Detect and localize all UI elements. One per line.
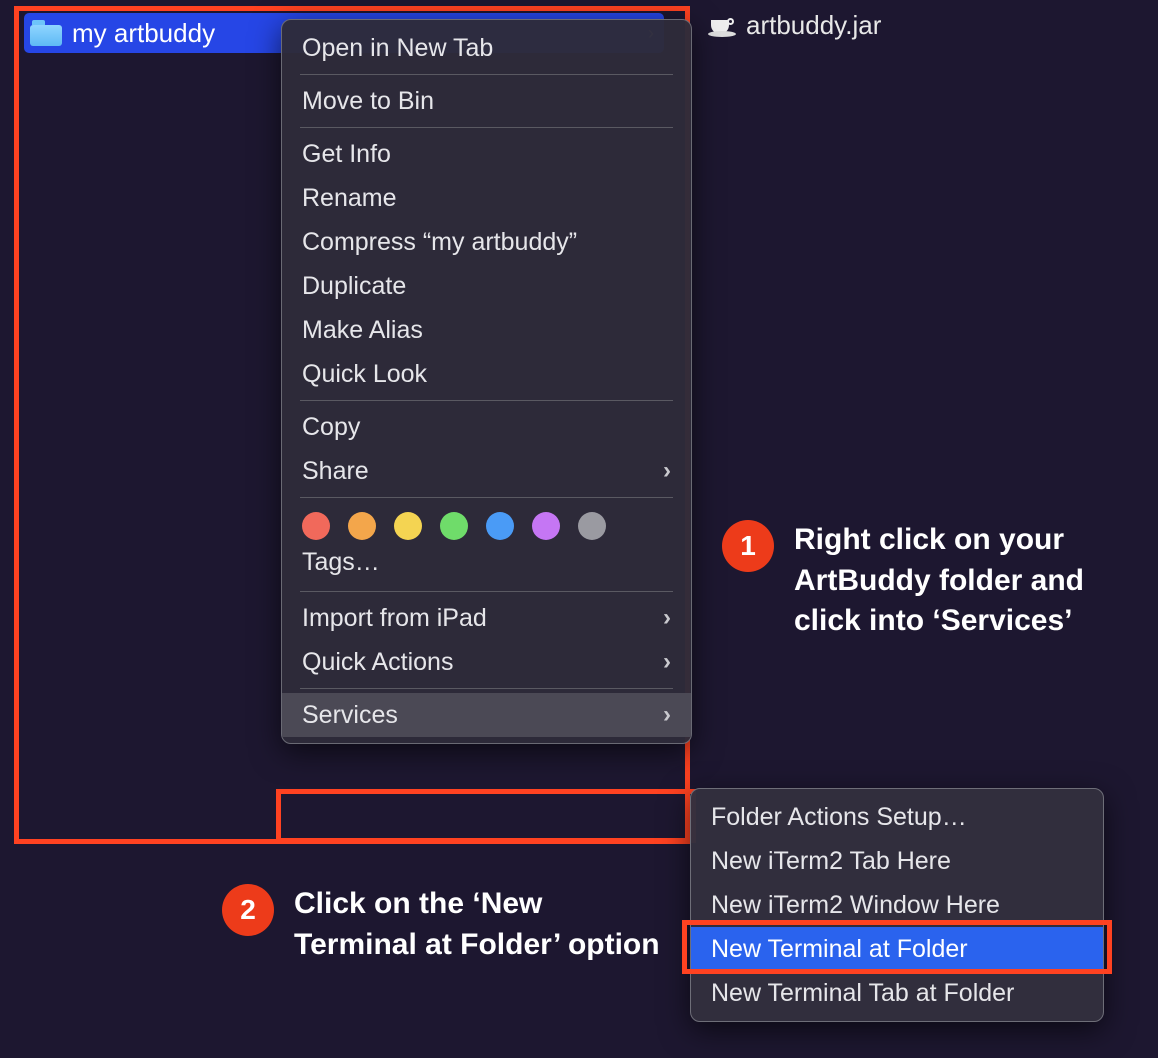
menu-separator — [300, 688, 673, 689]
menu-item-services[interactable]: Services› — [282, 693, 691, 737]
menu-item-quick-look[interactable]: Quick Look — [282, 352, 691, 396]
menu-item-rename[interactable]: Rename — [282, 176, 691, 220]
menu-item-tags[interactable]: Tags… — [282, 544, 691, 587]
tag-dot-orange[interactable] — [348, 512, 376, 540]
file-row-jar[interactable]: artbuddy.jar — [708, 10, 881, 41]
menu-separator — [300, 497, 673, 498]
tag-dot-gray[interactable] — [578, 512, 606, 540]
menu-separator — [300, 400, 673, 401]
menu-item-move-to-bin[interactable]: Move to Bin — [282, 79, 691, 123]
menu-item-open-new-tab[interactable]: Open in New Tab — [282, 26, 691, 70]
chevron-right-icon: › — [663, 648, 671, 676]
menu-item-copy[interactable]: Copy — [282, 405, 691, 449]
file-name-label: artbuddy.jar — [746, 10, 881, 41]
submenu-item-folder-actions[interactable]: Folder Actions Setup… — [691, 795, 1103, 839]
context-menu: Open in New Tab Move to Bin Get Info Ren… — [281, 19, 692, 744]
chevron-right-icon: › — [663, 457, 671, 485]
annotation-text-2: Click on the ‘New Terminal at Folder’ op… — [294, 884, 662, 965]
tag-dot-blue[interactable] — [486, 512, 514, 540]
annotation-callout-1: 1 Right click on your ArtBuddy folder an… — [722, 520, 1142, 642]
submenu-item-new-terminal-tab[interactable]: New Terminal Tab at Folder — [691, 971, 1103, 1015]
annotation-callout-2: 2 Click on the ‘New Terminal at Folder’ … — [222, 884, 662, 965]
menu-item-compress[interactable]: Compress “my artbuddy” — [282, 220, 691, 264]
annotation-text-1: Right click on your ArtBuddy folder and … — [794, 520, 1142, 642]
services-submenu: Folder Actions Setup… New iTerm2 Tab Her… — [690, 788, 1104, 1022]
menu-separator — [300, 74, 673, 75]
menu-item-duplicate[interactable]: Duplicate — [282, 264, 691, 308]
menu-item-import-ipad[interactable]: Import from iPad› — [282, 596, 691, 640]
tag-dot-yellow[interactable] — [394, 512, 422, 540]
tags-color-row — [282, 502, 691, 544]
java-jar-icon — [708, 15, 736, 37]
tag-dot-purple[interactable] — [532, 512, 560, 540]
menu-separator — [300, 127, 673, 128]
folder-name-label: my artbuddy — [72, 18, 215, 49]
menu-item-make-alias[interactable]: Make Alias — [282, 308, 691, 352]
menu-item-quick-actions[interactable]: Quick Actions› — [282, 640, 691, 684]
chevron-right-icon: › — [663, 701, 671, 729]
submenu-item-iterm-window[interactable]: New iTerm2 Window Here — [691, 883, 1103, 927]
folder-icon — [30, 20, 62, 46]
submenu-item-new-terminal-folder[interactable]: New Terminal at Folder — [691, 927, 1103, 971]
submenu-item-iterm-tab[interactable]: New iTerm2 Tab Here — [691, 839, 1103, 883]
annotation-badge-1: 1 — [722, 520, 774, 572]
chevron-right-icon: › — [663, 604, 671, 632]
tag-dot-green[interactable] — [440, 512, 468, 540]
menu-item-share[interactable]: Share› — [282, 449, 691, 493]
menu-separator — [300, 591, 673, 592]
annotation-badge-2: 2 — [222, 884, 274, 936]
menu-item-get-info[interactable]: Get Info — [282, 132, 691, 176]
tag-dot-red[interactable] — [302, 512, 330, 540]
